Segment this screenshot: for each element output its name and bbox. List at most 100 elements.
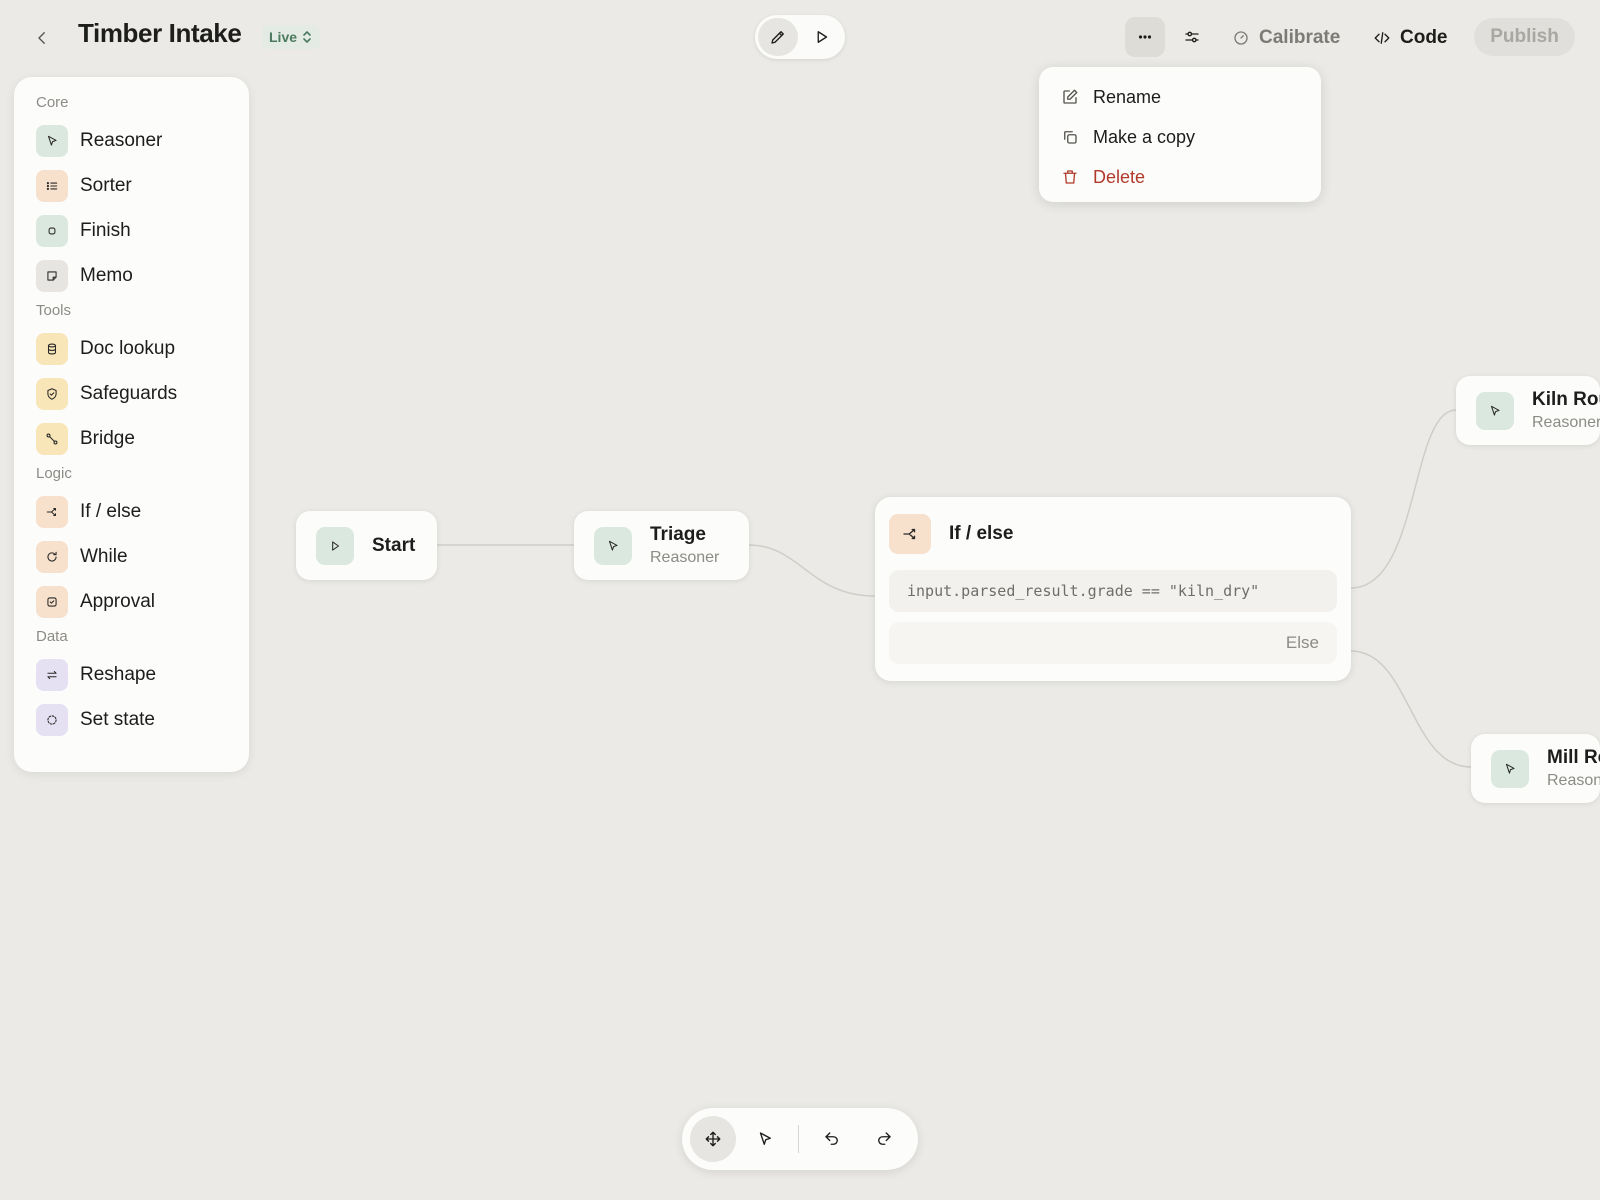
palette-item-label: Safeguards	[80, 382, 178, 404]
ellipsis-icon	[1138, 35, 1152, 39]
cursor-icon	[594, 526, 632, 565]
palette-item-label: Doc lookup	[80, 337, 176, 359]
node-if-else-title: If / else	[949, 523, 1014, 544]
move-icon	[705, 1131, 721, 1147]
connector-icon	[36, 422, 68, 455]
palette-item-if-else[interactable]: If / else	[36, 489, 227, 534]
copy-icon	[1064, 131, 1077, 144]
edit-mode-button[interactable]	[758, 18, 798, 56]
node-kiln-text: Kiln Rou Reasoner	[1532, 389, 1600, 432]
edit-icon	[1063, 89, 1078, 104]
palette-item-approval[interactable]: Approval	[36, 579, 227, 624]
section-label-data: Data	[36, 628, 68, 645]
sliders-icon	[1185, 31, 1199, 43]
palette-item-set-state[interactable]: Set state	[36, 697, 227, 742]
menu-item-delete[interactable]: Delete	[1039, 157, 1321, 197]
section-label-tools: Tools	[36, 302, 72, 319]
else-row[interactable]: Else	[889, 622, 1337, 664]
swap-icon	[36, 658, 68, 691]
palette-item-label: Sorter	[80, 174, 132, 196]
shield-icon	[36, 377, 68, 410]
undo-button[interactable]	[809, 1116, 855, 1162]
settings-button[interactable]	[1172, 17, 1212, 57]
node-triage-text: Triage Reasoner	[650, 524, 719, 567]
node-kiln-title: Kiln Rou	[1532, 389, 1600, 410]
calibrate-button[interactable]: Calibrate	[1232, 22, 1340, 54]
redo-icon	[878, 1132, 891, 1145]
menu-item-rename[interactable]: Rename	[1039, 77, 1321, 117]
edge-ifelse-kiln	[1350, 409, 1457, 589]
more-options-button[interactable]	[1125, 17, 1165, 57]
palette-item-label: Reasoner	[80, 129, 163, 151]
menu-item-copy[interactable]: Make a copy	[1039, 117, 1321, 157]
palette-item-label: While	[80, 545, 128, 567]
section-label-core: Core	[36, 94, 69, 111]
node-triage[interactable]: Triage Reasoner	[574, 511, 749, 580]
run-mode-button[interactable]	[802, 18, 842, 56]
palette-item-reshape[interactable]: Reshape	[36, 652, 227, 697]
dashed-circle-icon	[36, 703, 68, 736]
pan-tool-button[interactable]	[690, 1116, 736, 1162]
palette-item-label: Approval	[80, 590, 155, 612]
section-label-logic: Logic	[36, 465, 72, 482]
palette-item-label: Memo	[80, 264, 133, 286]
code-icon	[1374, 32, 1390, 44]
palette-item-label: Reshape	[80, 663, 157, 685]
menu-item-rename-label: Rename	[1093, 86, 1162, 107]
node-triage-title: Triage	[650, 524, 706, 545]
node-mill-title: Mill Ro	[1547, 747, 1600, 768]
palette-item-label: Finish	[80, 219, 131, 241]
palette-item-while[interactable]: While	[36, 534, 227, 579]
gauge-icon	[1234, 31, 1248, 45]
status-badge-label: Live	[269, 29, 298, 45]
palette-item-bridge[interactable]: Bridge	[36, 416, 227, 461]
branch-icon	[889, 514, 931, 554]
edge-ifelse-mill	[1350, 650, 1472, 768]
node-kiln-subtitle: Reasoner	[1532, 414, 1600, 431]
loop-icon	[36, 540, 68, 573]
redo-button[interactable]	[861, 1116, 907, 1162]
node-mill[interactable]: Mill Ro Reason	[1471, 734, 1600, 803]
check-square-icon	[36, 585, 68, 618]
palette-item-label: If / else	[80, 500, 142, 522]
chevron-updown-icon	[303, 31, 311, 43]
note-icon	[36, 259, 68, 292]
palette-item-finish[interactable]: Finish	[36, 208, 227, 253]
status-badge[interactable]: Live	[262, 25, 321, 49]
cursor-icon	[36, 124, 68, 157]
palette-item-reasoner[interactable]: Reasoner	[36, 118, 227, 163]
database-icon	[36, 332, 68, 365]
palette-item-sorter[interactable]: Sorter	[36, 163, 227, 208]
toolbar-divider	[798, 1125, 799, 1153]
cursor-icon	[1476, 391, 1514, 430]
code-button[interactable]: Code	[1373, 22, 1448, 54]
canvas-toolbar	[682, 1108, 918, 1170]
publish-button[interactable]: Publish	[1474, 18, 1575, 56]
node-start-title: Start	[372, 534, 416, 556]
chevron-left-icon	[38, 32, 45, 44]
list-icon	[36, 169, 68, 202]
play-icon	[316, 526, 354, 565]
palette-item-memo[interactable]: Memo	[36, 253, 227, 298]
calibrate-label: Calibrate	[1259, 27, 1341, 48]
select-tool-button[interactable]	[742, 1116, 788, 1162]
undo-icon	[825, 1132, 838, 1145]
back-button[interactable]	[26, 22, 58, 54]
condition-row[interactable]: input.parsed_result.grade == "kiln_dry"	[889, 570, 1337, 612]
pencil-icon	[771, 31, 784, 44]
node-triage-subtitle: Reasoner	[650, 549, 720, 566]
node-kiln[interactable]: Kiln Rou Reasoner	[1456, 376, 1600, 445]
node-palette: Core Reasoner Sorter Finish Memo Tools D…	[14, 77, 249, 772]
edge-triage-ifelse	[748, 544, 876, 597]
pointer-icon	[759, 1132, 771, 1145]
mode-toggle	[755, 15, 845, 59]
palette-item-label: Bridge	[80, 427, 135, 449]
palette-item-safeguards[interactable]: Safeguards	[36, 371, 227, 416]
palette-item-doc-lookup[interactable]: Doc lookup	[36, 326, 227, 371]
code-label: Code	[1400, 27, 1448, 48]
node-if-else[interactable]: If / else input.parsed_result.grade == "…	[875, 497, 1351, 681]
trash-icon	[1063, 170, 1077, 184]
node-start[interactable]: Start	[296, 511, 437, 580]
options-menu: Rename Make a copy Delete	[1039, 67, 1321, 202]
page-title: Timber Intake	[78, 18, 242, 48]
